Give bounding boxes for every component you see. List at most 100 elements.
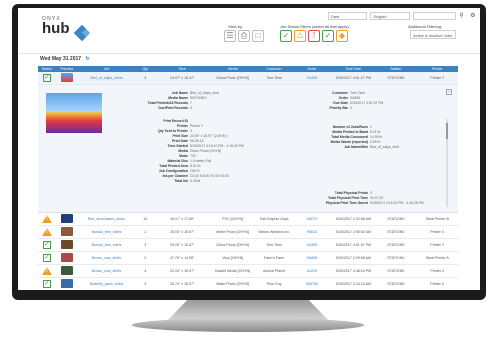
job-link[interactable]: Brown_cow_shirts: [78, 269, 136, 273]
station-cell: STATION0: [387, 282, 405, 286]
detail-field: Total Ink 6.02ml: [128, 179, 244, 184]
detail-field-value: ENTONEH: [190, 96, 207, 100]
filter-error-icon[interactable]: !: [308, 30, 320, 42]
order-cell[interactable]: A1203: [292, 269, 332, 273]
table-row[interactable]: ! Bee_snowflakes_shirts 10 16.07" x 17.60" P…: [38, 213, 458, 226]
detail-print-info: Print Record ID Printer Printer Y Qty Sent …: [128, 119, 244, 184]
job-link[interactable]: Bee_snowflakes_shirts: [78, 217, 136, 221]
filter-hold-icon[interactable]: ◆: [336, 30, 348, 42]
job-link[interactable]: Bonsai_tree_shirts: [78, 230, 136, 234]
job-detail-panel: − Job Name Bird_of_tulips_shirt Media Name…: [38, 85, 458, 213]
detail-scrollbar[interactable]: [446, 119, 448, 207]
size-cell: 25.00" x 16.57": [170, 243, 195, 247]
status-complete-icon: ✓: [43, 241, 52, 249]
printer-cell: Steal Printer A: [425, 256, 449, 260]
search-icon[interactable]: ⚲: [459, 12, 467, 20]
status-cell: ✓: [38, 254, 56, 262]
detail-field-label: Job Name/Mini: [344, 145, 368, 149]
job-link[interactable]: Butterfly_palm_shirts: [78, 282, 136, 286]
document-view-icon[interactable]: □: [252, 30, 264, 42]
settings-icon[interactable]: ⚙: [470, 12, 478, 20]
due-date-cell: 5/30/2017 4:51:37 PM: [335, 76, 372, 80]
station-cell: STATION0: [387, 269, 405, 273]
qty-cell: 10: [143, 217, 148, 221]
customer-cell: Farm's Farm: [264, 256, 285, 260]
detail-media-info: Number of Jobs/Runs 1 Media Printed In Ban…: [308, 125, 399, 150]
preview-cell: [56, 279, 78, 289]
list-view-icon[interactable]: ☰: [224, 30, 236, 42]
search-bar: Date English ⚲ ⚙: [328, 12, 478, 22]
preview-cell: [56, 214, 78, 224]
due-date-cell: 5/30/2017 2:32:56 AM: [335, 217, 372, 221]
table-row[interactable]: ✓ Brown_cow_shirts 2 47.70" x 14.98" Vinyl […: [38, 252, 458, 265]
col-order[interactable]: Order: [292, 66, 332, 72]
status-warning-icon: !: [42, 214, 53, 223]
onyx-hub-logo: ONYX hub: [42, 16, 91, 42]
size-cell: 26.74" x 16.97": [170, 282, 195, 286]
order-cell[interactable]: G4455: [292, 243, 332, 247]
customer-cell: Animal Planet: [263, 269, 286, 273]
col-media[interactable]: Media: [209, 66, 256, 72]
table-row[interactable]: ! Bonsai_tree_shirts 1 25.00" x 16.57" Matte…: [38, 226, 458, 239]
job-thumbnail: [60, 240, 73, 249]
status-complete-icon: ✓: [43, 74, 52, 82]
detail-field-label: Due/Print Records: [158, 106, 188, 110]
job-thumbnail: [60, 253, 73, 262]
col-due-date[interactable]: Due Date: [332, 66, 375, 72]
customer-cell: Pool Guy: [266, 282, 282, 286]
search-scope-select[interactable]: Date: [328, 12, 368, 20]
filter-complete-icon[interactable]: ✓: [280, 30, 292, 42]
filter-checked-icon[interactable]: ✓: [322, 30, 334, 42]
col-preview[interactable]: Preview: [56, 66, 78, 72]
status-warning-icon: !: [42, 266, 53, 275]
qty-cell: 3: [144, 243, 147, 247]
filter-warning-icon[interactable]: ⚠: [294, 30, 306, 42]
customer-cell: Fall Graphic Guys: [259, 217, 289, 221]
table-row[interactable]: ✓ Bonsai_tree_shirts 3 25.00" x 16.57" Gloss…: [38, 239, 458, 252]
detail-order-info: Customer Tree Time Order G4455 Due Date 5/30/…: [308, 91, 384, 111]
logo-mark-icon: [73, 24, 91, 42]
media-cell: Gloss Photo [OHYN]: [216, 76, 250, 80]
size-cell: 25.00" x 16.57": [170, 230, 195, 234]
table-row[interactable]: ! Brown_cow_shirts 4 22.93" x 16.97" Backlit…: [38, 265, 458, 278]
order-cell[interactable]: G4895: [292, 256, 332, 260]
col-printer[interactable]: Printer: [417, 66, 458, 72]
qty-cell: 3: [144, 282, 147, 286]
status-cell: !: [38, 266, 56, 276]
job-status-filters-label: Job Status Filters (select all that appl…: [280, 24, 350, 29]
media-cell: Vinyl [OHYN]: [222, 256, 244, 260]
size-cell: 24.97" x 16.47": [170, 76, 195, 80]
table-row[interactable]: ✓ Butterfly_palm_shirts 3 26.74" x 16.97" Ma…: [38, 278, 458, 290]
print-view-icon[interactable]: ⎙: [238, 30, 250, 42]
collapse-panel-icon[interactable]: −: [446, 89, 452, 95]
col-customer[interactable]: Customer: [256, 66, 292, 72]
job-link[interactable]: Brown_cow_shirts: [78, 256, 136, 260]
status-complete-icon: ✓: [43, 280, 52, 288]
media-cell: Matte Photo [OHYN]: [216, 282, 250, 286]
col-job[interactable]: Job: [78, 66, 136, 72]
order-cell[interactable]: S55750: [292, 282, 332, 286]
customer-cell: Tree Time: [266, 243, 283, 247]
qty-cell: 1: [144, 230, 147, 234]
view-by-label: View by:: [228, 24, 244, 29]
refresh-icon[interactable]: ↻: [85, 56, 89, 62]
job-link[interactable]: Bird_of_tulips_shirts: [78, 76, 136, 80]
order-cell[interactable]: J48727: [292, 217, 332, 221]
app-screen: ONYX hub Date English ⚲ ⚙ View by: ☰ ⎙ □…: [18, 8, 480, 290]
col-qty[interactable]: Qty: [135, 66, 155, 72]
col-size[interactable]: Size: [155, 66, 209, 72]
language-select[interactable]: English: [370, 12, 410, 20]
order-cell[interactable]: H5610: [292, 230, 332, 234]
view-by-icons: ☰ ⎙ □: [224, 30, 264, 42]
additional-filtering-select[interactable]: Active & Inactive Jobs: [410, 30, 456, 39]
job-link[interactable]: Bonsai_tree_shirts: [78, 243, 136, 247]
job-preview-image: [46, 93, 102, 133]
order-cell[interactable]: G4455: [292, 76, 332, 80]
detail-field-value: 0: [190, 106, 192, 110]
table-row-selected[interactable]: ✓ Bird_of_tulips_shirts 3 24.97" x 16.47…: [38, 72, 458, 85]
col-status[interactable]: Status: [38, 66, 56, 72]
col-station[interactable]: Station: [375, 66, 416, 72]
detail-field: Due/Print Records 0: [138, 106, 219, 111]
preview-cell: [56, 266, 78, 276]
search-input[interactable]: [412, 12, 457, 20]
